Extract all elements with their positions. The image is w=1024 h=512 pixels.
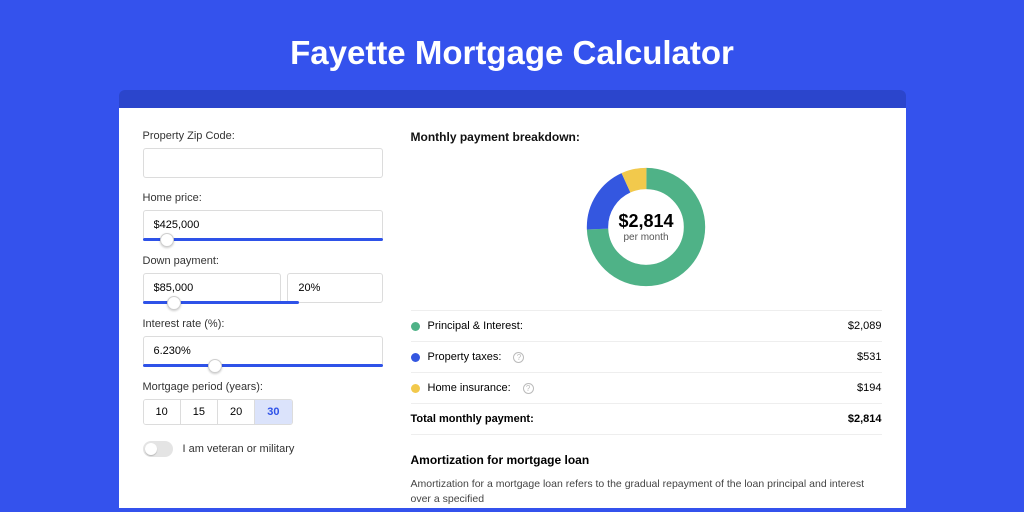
price-label: Home price: <box>143 192 383 204</box>
legend-dot-0 <box>411 322 420 331</box>
legend: Principal & Interest: $2,089 Property taxe… <box>411 310 882 435</box>
price-row: Home price: <box>143 192 383 241</box>
veteran-toggle[interactable] <box>143 441 173 457</box>
period-option-10[interactable]: 10 <box>144 400 181 424</box>
legend-label-2: Home insurance: <box>428 382 511 394</box>
legend-total-value: $2,814 <box>848 413 882 425</box>
legend-row-1: Property taxes:? $531 <box>411 342 882 373</box>
price-input[interactable] <box>143 210 383 240</box>
down-slider-thumb[interactable] <box>167 296 181 310</box>
period-row: Mortgage period (years): 10152030 <box>143 381 383 425</box>
legend-label-1: Property taxes: <box>428 351 502 363</box>
breakdown-heading: Monthly payment breakdown: <box>411 130 882 144</box>
donut-chart: $2,814 per month <box>411 156 882 298</box>
zip-label: Property Zip Code: <box>143 130 383 142</box>
legend-row-0: Principal & Interest: $2,089 <box>411 311 882 342</box>
breakdown-column: Monthly payment breakdown: $2,814 per mo… <box>383 130 882 508</box>
rate-slider[interactable] <box>143 364 383 367</box>
amortization-heading: Amortization for mortgage loan <box>411 453 882 467</box>
rate-label: Interest rate (%): <box>143 318 383 330</box>
legend-dot-1 <box>411 353 420 362</box>
rate-row: Interest rate (%): <box>143 318 383 367</box>
amortization-section: Amortization for mortgage loan Amortizat… <box>411 453 882 506</box>
down-amount-input[interactable] <box>143 273 282 303</box>
legend-total-row: Total monthly payment: $2,814 <box>411 404 882 435</box>
legend-dot-2 <box>411 384 420 393</box>
calculator-card: Property Zip Code: Home price: Down paym… <box>119 108 906 508</box>
rate-slider-thumb[interactable] <box>208 359 222 373</box>
period-option-30[interactable]: 30 <box>255 400 291 424</box>
veteran-row: I am veteran or military <box>143 441 383 457</box>
period-group: 10152030 <box>143 399 293 425</box>
help-icon[interactable]: ? <box>523 383 534 394</box>
price-slider-thumb[interactable] <box>160 233 174 247</box>
period-label: Mortgage period (years): <box>143 381 383 393</box>
legend-value-1: $531 <box>857 351 881 363</box>
down-row: Down payment: <box>143 255 383 304</box>
rate-input[interactable] <box>143 336 383 366</box>
veteran-label: I am veteran or military <box>183 443 295 455</box>
form-column: Property Zip Code: Home price: Down paym… <box>143 130 383 508</box>
legend-value-0: $2,089 <box>848 320 882 332</box>
down-slider[interactable] <box>143 301 299 304</box>
legend-label-0: Principal & Interest: <box>428 320 523 332</box>
zip-row: Property Zip Code: <box>143 130 383 178</box>
period-option-15[interactable]: 15 <box>181 400 218 424</box>
down-pct-input[interactable] <box>287 273 382 303</box>
donut-center: $2,814 per month <box>618 211 673 243</box>
down-label: Down payment: <box>143 255 383 267</box>
donut-sub: per month <box>618 232 673 243</box>
amortization-body: Amortization for a mortgage loan refers … <box>411 477 882 506</box>
legend-row-2: Home insurance:? $194 <box>411 373 882 404</box>
help-icon[interactable]: ? <box>513 352 524 363</box>
price-slider[interactable] <box>143 238 383 241</box>
donut-amount: $2,814 <box>618 211 673 232</box>
legend-value-2: $194 <box>857 382 881 394</box>
page-title: Fayette Mortgage Calculator <box>0 0 1024 90</box>
zip-input[interactable] <box>143 148 383 178</box>
period-option-20[interactable]: 20 <box>218 400 255 424</box>
legend-total-label: Total monthly payment: <box>411 413 534 425</box>
card-accent <box>119 90 906 108</box>
